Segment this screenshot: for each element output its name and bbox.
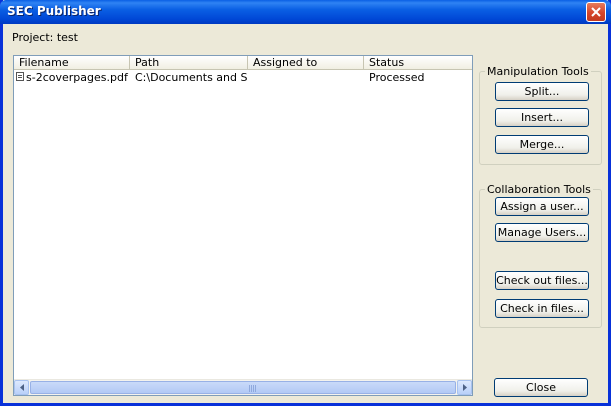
sec-publisher-window: SEC Publisher Project: test Filename Pat…	[0, 0, 611, 406]
scrollbar-grip	[249, 385, 257, 392]
column-header-filename[interactable]: Filename	[14, 56, 130, 70]
scroll-right-button[interactable]	[457, 380, 472, 395]
column-header-status[interactable]: Status	[364, 56, 472, 70]
project-label: Project: test	[12, 31, 78, 44]
collaboration-tools-title: Collaboration Tools	[485, 183, 593, 196]
column-header-assigned-to[interactable]: Assigned to	[248, 56, 364, 70]
title-bar[interactable]: SEC Publisher	[0, 0, 611, 24]
horizontal-scrollbar[interactable]	[14, 379, 472, 395]
check-in-files-button[interactable]: Check in files...	[495, 299, 589, 318]
window-close-button[interactable]	[586, 2, 606, 22]
scroll-left-arrow-icon	[19, 384, 24, 391]
check-out-files-button[interactable]: Check out files...	[495, 271, 589, 290]
window-title: SEC Publisher	[7, 4, 101, 18]
insert-button[interactable]: Insert...	[495, 108, 589, 127]
close-button[interactable]: Close	[494, 378, 588, 397]
file-list[interactable]: Filename Path Assigned to Status s-2cove…	[13, 55, 473, 396]
scrollbar-thumb[interactable]	[30, 381, 456, 394]
split-button[interactable]: Split...	[495, 82, 589, 101]
scroll-left-button[interactable]	[14, 380, 29, 395]
manipulation-tools-title: Manipulation Tools	[485, 65, 591, 78]
cell-path: C:\Documents and Settings\...	[135, 71, 247, 84]
assign-user-button[interactable]: Assign a user...	[495, 197, 589, 216]
cell-status: Processed	[369, 71, 425, 84]
collaboration-tools-group: Collaboration Tools Assign a user... Man…	[479, 183, 602, 328]
scroll-right-arrow-icon	[462, 384, 467, 391]
manage-users-button[interactable]: Manage Users...	[495, 223, 589, 242]
merge-button[interactable]: Merge...	[495, 135, 589, 154]
document-icon	[16, 72, 24, 81]
column-header-path[interactable]: Path	[130, 56, 248, 70]
close-icon	[591, 7, 601, 17]
cell-filename: s-2coverpages.pdf	[26, 71, 128, 84]
table-row[interactable]: s-2coverpages.pdf C:\Documents and Setti…	[14, 71, 472, 84]
manipulation-tools-group: Manipulation Tools Split... Insert... Me…	[479, 65, 602, 165]
file-list-header: Filename Path Assigned to Status	[14, 56, 472, 70]
